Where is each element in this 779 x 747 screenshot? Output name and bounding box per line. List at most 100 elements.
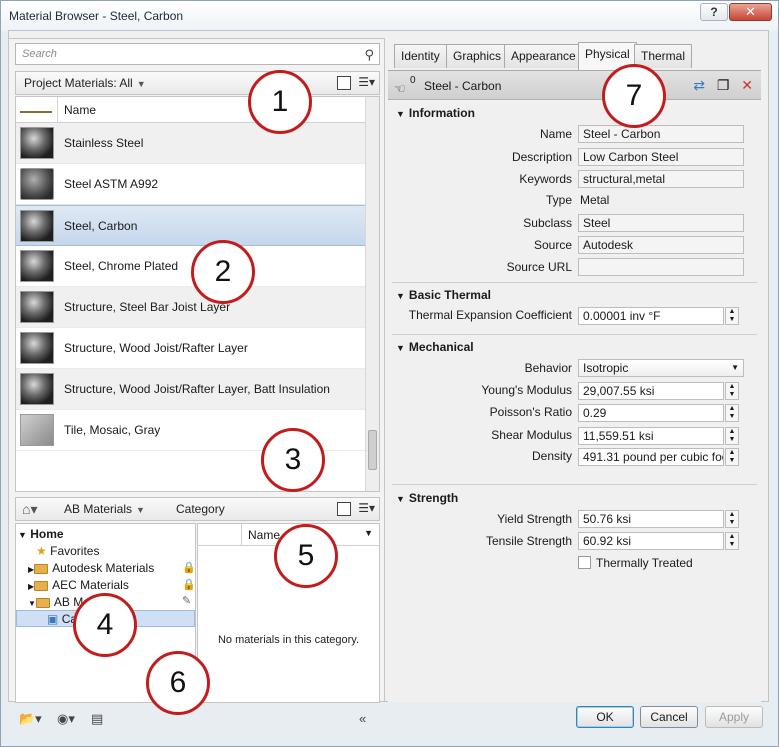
- tree-item-favorites[interactable]: ★ Favorites: [36, 543, 99, 560]
- name-column-header[interactable]: Name: [248, 528, 280, 542]
- tab-identity[interactable]: Identity: [394, 44, 447, 68]
- tensile-strength-stepper[interactable]: ▲ ▼: [725, 532, 739, 550]
- close-button[interactable]: ✕: [729, 3, 772, 21]
- behavior-select[interactable]: Isotropic ▼: [578, 359, 744, 377]
- yield-strength-stepper[interactable]: ▲ ▼: [725, 510, 739, 528]
- search-input[interactable]: Search ⚲: [15, 43, 380, 65]
- yield-strength-field[interactable]: 50.76 ksi: [578, 510, 724, 528]
- collapse-arrow-icon[interactable]: ▼: [396, 343, 405, 353]
- poissons-ratio-stepper[interactable]: ▲ ▼: [725, 404, 739, 422]
- list-header: Name: [16, 97, 379, 123]
- material-row-selected[interactable]: Steel, Carbon: [16, 205, 379, 246]
- delete-asset-icon[interactable]: ✕: [741, 77, 753, 93]
- replace-asset-icon[interactable]: ⇄: [693, 77, 705, 93]
- thermal-expansion-label: Thermal Expansion Coefficient: [408, 308, 572, 322]
- thermal-expansion-field[interactable]: 0.00001 inv °F: [578, 307, 724, 325]
- tree-item-home[interactable]: ▼ Home: [18, 526, 64, 543]
- section-mechanical[interactable]: ▼ Mechanical: [396, 340, 474, 354]
- poissons-ratio-field[interactable]: 0.29: [578, 404, 724, 422]
- list-scrollbar[interactable]: [365, 97, 379, 491]
- breadcrumb-category[interactable]: Category: [168, 498, 241, 520]
- youngs-modulus-field[interactable]: 29,007.55 ksi: [578, 382, 724, 400]
- view-options: ☰▾: [333, 75, 375, 91]
- collapse-arrow-icon[interactable]: ▼: [396, 109, 405, 119]
- hand-icon: ☜: [394, 81, 406, 96]
- thermal-expansion-stepper[interactable]: ▲ ▼: [725, 307, 739, 325]
- shear-modulus-stepper[interactable]: ▲ ▼: [725, 427, 739, 445]
- material-name: Steel ASTM A992: [64, 177, 159, 191]
- material-row[interactable]: Tile, Mosaic, Gray: [16, 410, 379, 451]
- tree-label: Home: [30, 527, 64, 541]
- density-stepper[interactable]: ▲ ▼: [725, 448, 739, 466]
- material-row[interactable]: Structure, Wood Joist/Rafter Layer, Batt…: [16, 369, 379, 410]
- list-view-icon[interactable]: ☰▾: [358, 501, 375, 515]
- section-strength[interactable]: ▼ Strength: [396, 491, 458, 505]
- tab-graphics[interactable]: Graphics: [446, 44, 509, 68]
- material-row[interactable]: Stainless Steel: [16, 123, 379, 164]
- search-icon[interactable]: ⚲: [364, 47, 374, 63]
- material-row[interactable]: Structure, Steel Bar Joist Layer: [16, 287, 379, 328]
- poissons-ratio-label: Poisson's Ratio: [489, 405, 572, 419]
- callout-6: 6: [146, 651, 210, 715]
- collapse-panel-icon[interactable]: «: [359, 711, 366, 726]
- subclass-field[interactable]: Steel: [578, 214, 744, 232]
- panel-toggle-icon[interactable]: [336, 501, 351, 516]
- tensile-strength-field[interactable]: 60.92 ksi: [578, 532, 724, 550]
- scrollbar-thumb[interactable]: [368, 430, 377, 470]
- tree-label: Favorites: [50, 544, 100, 558]
- youngs-modulus-stepper[interactable]: ▲ ▼: [725, 382, 739, 400]
- manage-library-icon[interactable]: 📂▾: [19, 711, 42, 727]
- density-field[interactable]: 491.31 pound per cubic foot: [578, 448, 724, 466]
- material-thumbnail: [20, 373, 54, 405]
- material-thumbnail: [20, 168, 54, 200]
- material-row[interactable]: Steel ASTM A992: [16, 164, 379, 205]
- project-materials-filter[interactable]: Project Materials: All ▼: [16, 72, 162, 94]
- youngs-modulus-label: Young's Modulus: [481, 383, 572, 397]
- window-title: Material Browser - Steel, Carbon: [9, 9, 184, 23]
- list-view-icon[interactable]: ☰▾: [358, 75, 375, 89]
- section-basic-thermal[interactable]: ▼ Basic Thermal: [396, 288, 491, 302]
- breadcrumb-ab-materials[interactable]: AB Materials ▼: [56, 498, 161, 520]
- tab-appearance[interactable]: Appearance: [504, 44, 583, 68]
- project-materials-bar: Project Materials: All ▼ ☰▾: [15, 71, 380, 95]
- callout-3: 3: [261, 428, 325, 492]
- help-button[interactable]: ?: [700, 3, 728, 21]
- home-icon[interactable]: ⌂▾: [22, 501, 37, 518]
- apply-button[interactable]: Apply: [705, 706, 763, 728]
- folder-icon: [34, 580, 49, 591]
- title-bar: Material Browser - Steel, Carbon ? ✕: [1, 1, 778, 31]
- thumbnail-column: [198, 524, 242, 546]
- shear-modulus-label: Shear Modulus: [491, 428, 572, 442]
- material-row[interactable]: Structure, Wood Joist/Rafter Layer: [16, 328, 379, 369]
- material-editor-icon[interactable]: ▤: [91, 711, 103, 727]
- source-url-field[interactable]: [578, 258, 744, 276]
- tree-item-autodesk-materials[interactable]: ▶ Autodesk Materials: [28, 560, 154, 577]
- tree-item-aec-materials[interactable]: ▶ AEC Materials: [28, 577, 129, 594]
- folder-icon: [35, 597, 50, 608]
- tree-label: AEC Materials: [52, 578, 129, 592]
- name-column-header[interactable]: Name: [64, 103, 96, 117]
- name-field[interactable]: Steel - Carbon: [578, 125, 744, 143]
- keywords-field[interactable]: structural,metal: [578, 170, 744, 188]
- asset-header: 0 ☜ Steel - Carbon ⇄ ❐ ✕: [388, 70, 761, 100]
- behavior-value: Isotropic: [583, 361, 629, 375]
- star-icon: ★: [36, 544, 47, 558]
- collapse-arrow-icon[interactable]: ▼: [28, 599, 36, 608]
- collapse-arrow-icon[interactable]: ▼: [396, 494, 405, 504]
- ok-button[interactable]: OK: [576, 706, 634, 728]
- shear-modulus-field[interactable]: 11,559.51 ksi: [578, 427, 724, 445]
- cancel-button[interactable]: Cancel: [640, 706, 698, 728]
- project-materials-label: Project Materials: All: [24, 76, 133, 90]
- duplicate-asset-icon[interactable]: ❐: [717, 77, 730, 93]
- expand-arrow-icon[interactable]: ▼: [18, 530, 27, 540]
- description-field[interactable]: Low Carbon Steel: [578, 148, 744, 166]
- thermally-treated-checkbox[interactable]: [578, 556, 591, 569]
- collapse-arrow-icon[interactable]: ▼: [396, 291, 405, 301]
- pencil-icon[interactable]: ✎: [182, 594, 191, 607]
- sort-arrow-icon[interactable]: ▼: [364, 528, 373, 538]
- asset-actions: ⇄ ❐ ✕: [693, 77, 753, 94]
- create-material-icon[interactable]: ◉▾: [57, 711, 75, 727]
- section-information[interactable]: ▼ Information: [396, 106, 475, 120]
- panel-toggle-icon[interactable]: [336, 75, 351, 90]
- source-field[interactable]: Autodesk: [578, 236, 744, 254]
